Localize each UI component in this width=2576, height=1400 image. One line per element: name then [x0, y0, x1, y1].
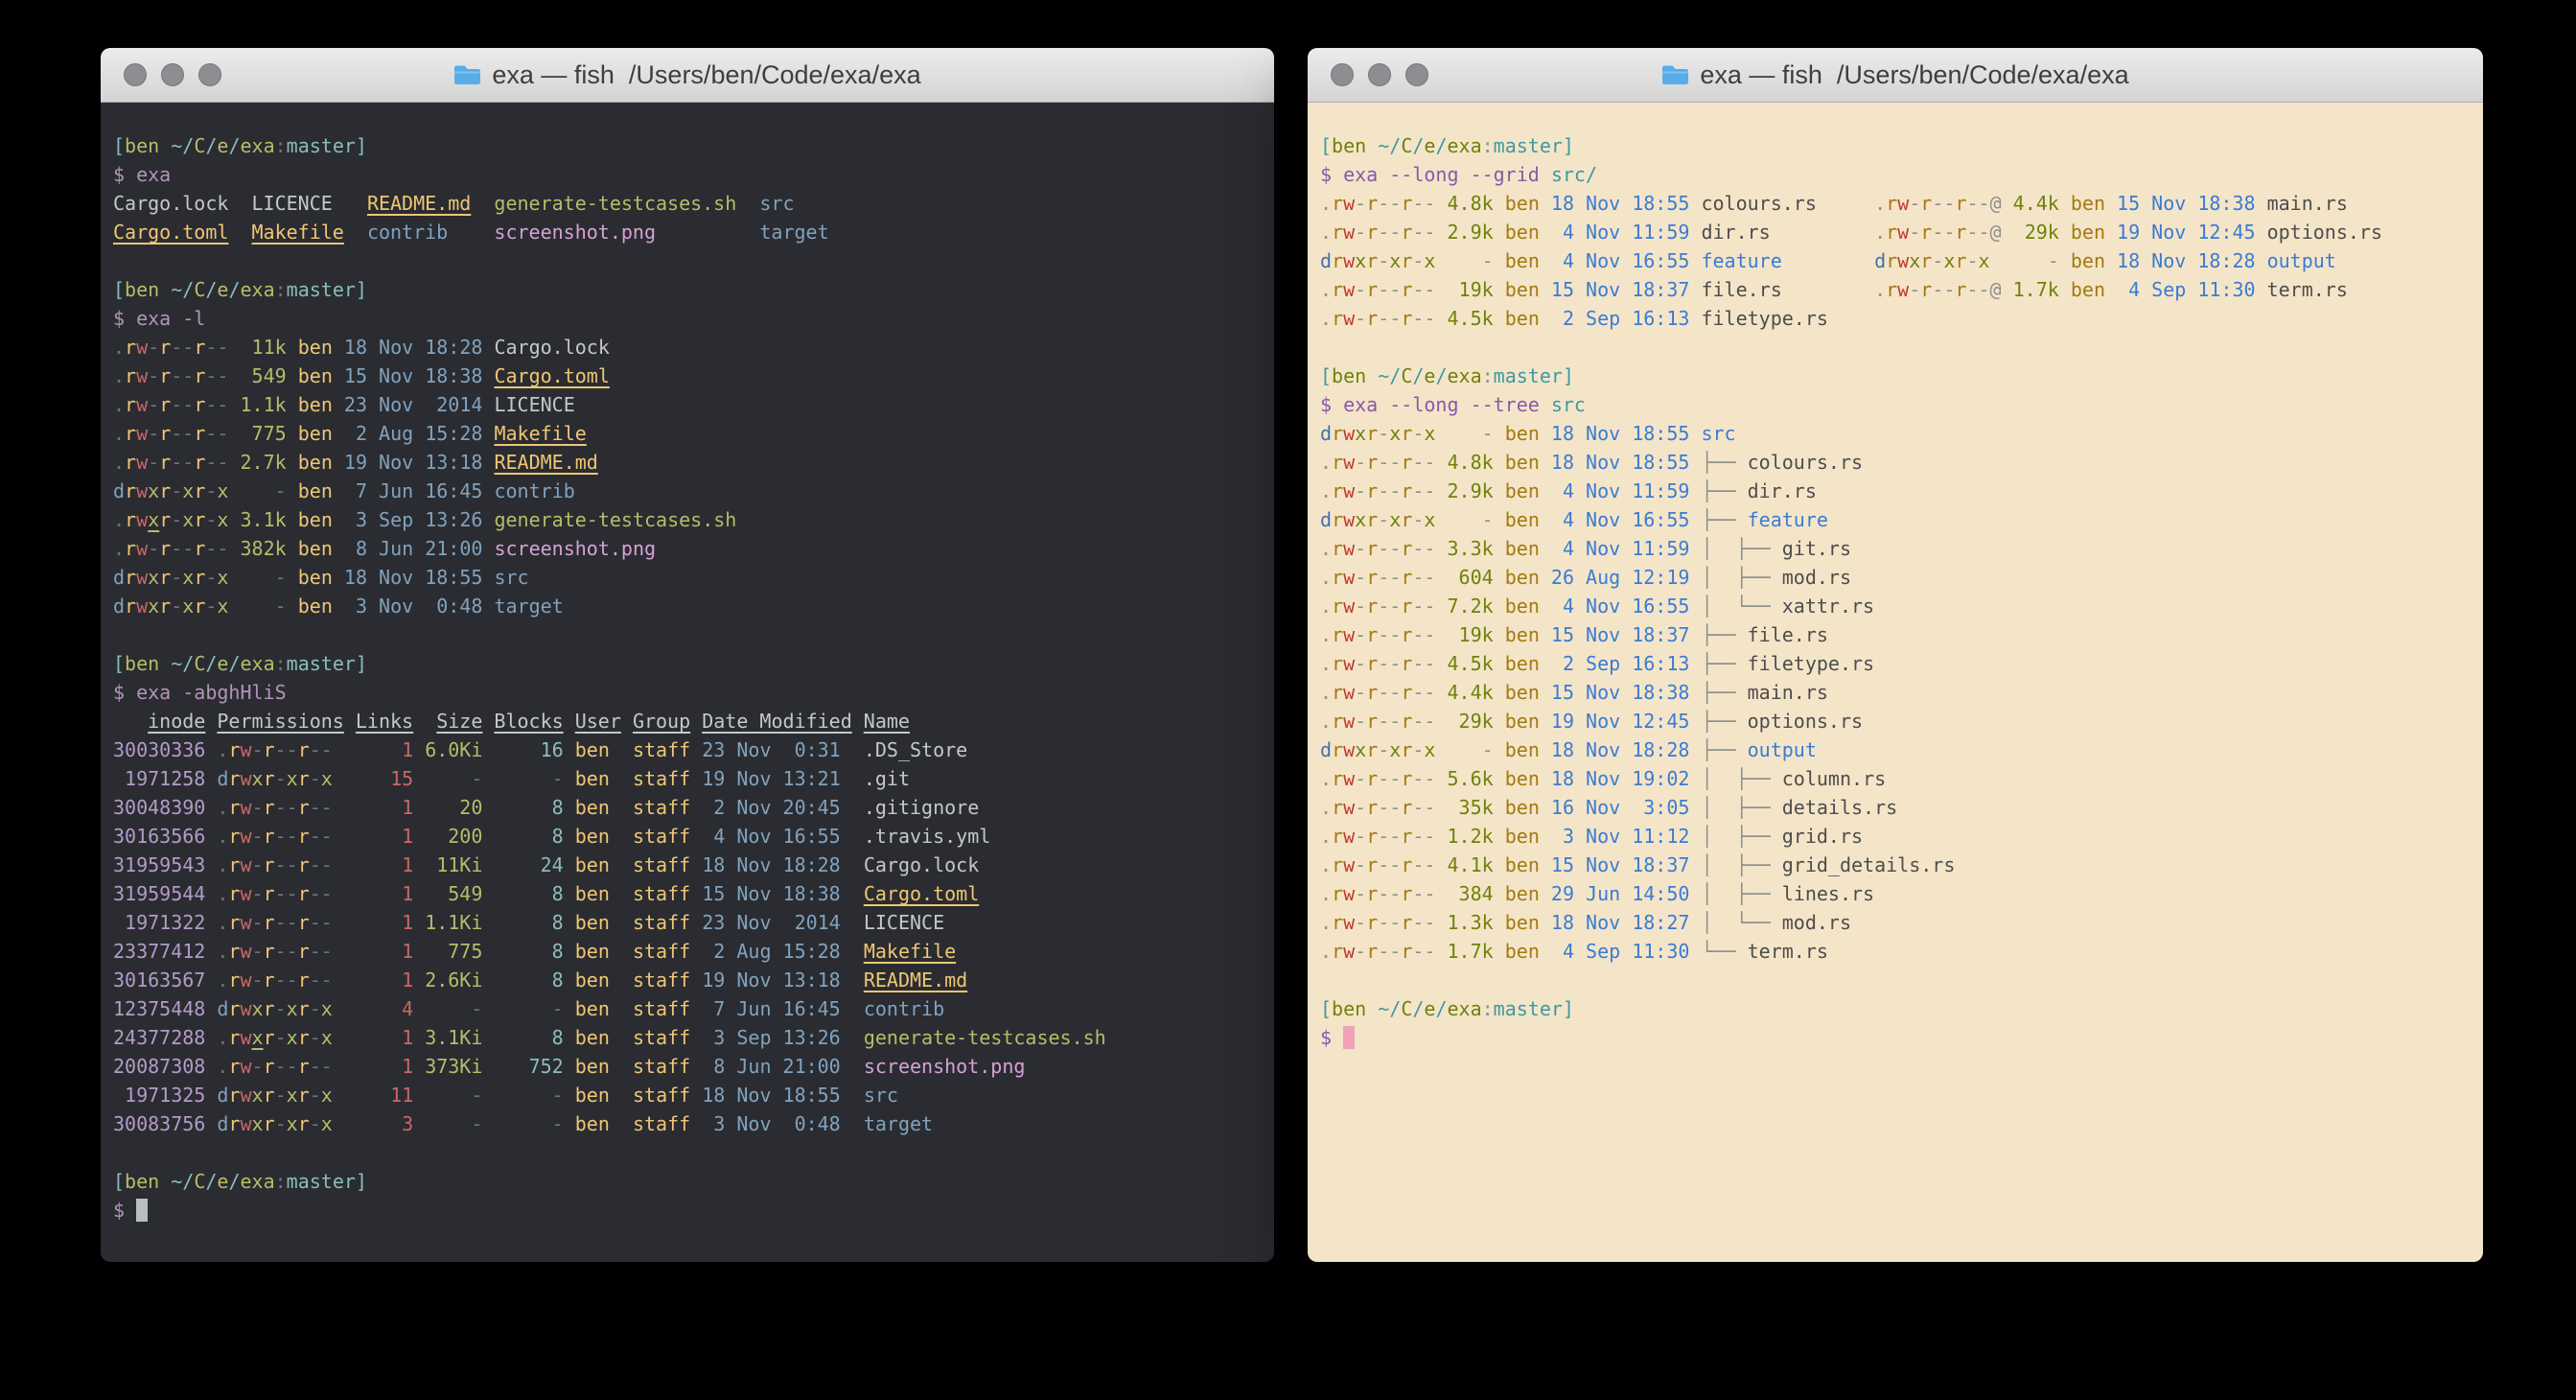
- terminal-line: [1320, 333, 2475, 362]
- terminal-output[interactable]: [ben ~/C/e/exa:master]$ exaCargo.lock LI…: [101, 103, 1274, 1262]
- terminal-line: 1971325 drwxr-xr-x 11 - - ben staff 18 N…: [113, 1081, 1266, 1109]
- desktop: { "page": { "background": "#000000" }, "…: [0, 0, 2576, 1400]
- terminal-line: .rw-r--r-- 4.1k ben 15 Nov 18:37 │ ├── g…: [1320, 851, 2475, 879]
- terminal-line: .rw-r--r-- 11k ben 18 Nov 18:28 Cargo.lo…: [113, 333, 1266, 362]
- terminal-line: .rwxr-xr-x 3.1k ben 3 Sep 13:26 generate…: [113, 505, 1266, 534]
- terminal-line: drwxr-xr-x - ben 3 Nov 0:48 target: [113, 592, 1266, 620]
- terminal-line: drwxr-xr-x - ben 4 Nov 16:55 ├── feature: [1320, 505, 2475, 534]
- close-button[interactable]: [124, 63, 147, 86]
- terminal-line: [ben ~/C/e/exa:master]: [1320, 362, 2475, 390]
- terminal-line: .rw-r--r-- 382k ben 8 Jun 21:00 screensh…: [113, 534, 1266, 563]
- terminal-line: [ben ~/C/e/exa:master]: [113, 131, 1266, 160]
- terminal-line: .rw-r--r-- 4.8k ben 18 Nov 18:55 colours…: [1320, 189, 2475, 218]
- terminal-line: $ exa: [113, 160, 1266, 189]
- terminal-line: drwxr-xr-x - ben 18 Nov 18:28 ├── output: [1320, 735, 2475, 764]
- window-title: exa — fish /Users/ben/Code/exa/exa: [1661, 60, 2128, 90]
- terminal-line: [1320, 966, 2475, 994]
- terminal-line: .rw-r--r-- 384 ben 29 Jun 14:50 │ ├── li…: [1320, 879, 2475, 908]
- terminal-line: 30083756 drwxr-xr-x 3 - - ben staff 3 No…: [113, 1109, 1266, 1138]
- terminal-line: $ exa -abghHliS: [113, 678, 1266, 707]
- terminal-line: 30163567 .rw-r--r-- 1 2.6Ki 8 ben staff …: [113, 966, 1266, 994]
- window-titlebar[interactable]: exa — fish /Users/ben/Code/exa/exa: [1308, 48, 2483, 103]
- terminal-line: .rw-r--r-- 2.9k ben 4 Nov 11:59 dir.rs .…: [1320, 218, 2475, 246]
- terminal-line: .rw-r--r-- 2.9k ben 4 Nov 11:59 ├── dir.…: [1320, 477, 2475, 505]
- terminal-line: drwxr-xr-x - ben 18 Nov 18:55 src: [113, 563, 1266, 592]
- terminal-line: 24377288 .rwxr-xr-x 1 3.1Ki 8 ben staff …: [113, 1023, 1266, 1052]
- terminal-line: $ exa -l: [113, 304, 1266, 333]
- terminal-line: $ exa --long --tree src: [1320, 390, 2475, 419]
- terminal-line: [113, 620, 1266, 649]
- terminal-line: .rw-r--r-- 775 ben 2 Aug 15:28 Makefile: [113, 419, 1266, 448]
- terminal-line: .rw-r--r-- 1.7k ben 4 Sep 11:30 └── term…: [1320, 937, 2475, 966]
- terminal-line: 31959544 .rw-r--r-- 1 549 8 ben staff 15…: [113, 879, 1266, 908]
- window-controls: [1331, 48, 1428, 102]
- window-title-text: exa — fish /Users/ben/Code/exa/exa: [1700, 60, 2128, 90]
- terminal-line: .rw-r--r-- 604 ben 26 Aug 12:19 │ ├── mo…: [1320, 563, 2475, 592]
- minimize-button[interactable]: [161, 63, 184, 86]
- terminal-line: 30030336 .rw-r--r-- 1 6.0Ki 16 ben staff…: [113, 735, 1266, 764]
- window-controls: [124, 48, 221, 102]
- terminal-line: drwxr-xr-x - ben 4 Nov 16:55 feature drw…: [1320, 246, 2475, 275]
- terminal-line: .rw-r--r-- 1.3k ben 18 Nov 18:27 │ └── m…: [1320, 908, 2475, 937]
- terminal-line: inode Permissions Links Size Blocks User…: [113, 707, 1266, 735]
- terminal-line: .rw-r--r-- 19k ben 15 Nov 18:37 file.rs …: [1320, 275, 2475, 304]
- terminal-line: .rw-r--r-- 549 ben 15 Nov 18:38 Cargo.to…: [113, 362, 1266, 390]
- terminal-line: [ben ~/C/e/exa:master]: [1320, 994, 2475, 1023]
- terminal-line: .rw-r--r-- 1.1k ben 23 Nov 2014 LICENCE: [113, 390, 1266, 419]
- terminal-line: 30163566 .rw-r--r-- 1 200 8 ben staff 4 …: [113, 822, 1266, 851]
- close-button[interactable]: [1331, 63, 1354, 86]
- terminal-line: .rw-r--r-- 4.4k ben 15 Nov 18:38 ├── mai…: [1320, 678, 2475, 707]
- folder-icon: [1661, 63, 1690, 86]
- terminal-line: [ben ~/C/e/exa:master]: [1320, 131, 2475, 160]
- terminal-line: Cargo.toml Makefile contrib screenshot.p…: [113, 218, 1266, 246]
- terminal-line: $: [113, 1196, 1266, 1225]
- terminal-line: 23377412 .rw-r--r-- 1 775 8 ben staff 2 …: [113, 937, 1266, 966]
- terminal-line: $ exa --long --grid src/: [1320, 160, 2475, 189]
- terminal-line: [ben ~/C/e/exa:master]: [113, 275, 1266, 304]
- terminal-line: .rw-r--r-- 4.5k ben 2 Sep 16:13 ├── file…: [1320, 649, 2475, 678]
- terminal-line: .rw-r--r-- 7.2k ben 4 Nov 16:55 │ └── xa…: [1320, 592, 2475, 620]
- terminal-line: .rw-r--r-- 4.5k ben 2 Sep 16:13 filetype…: [1320, 304, 2475, 333]
- minimize-button[interactable]: [1368, 63, 1391, 86]
- cursor: [1343, 1026, 1355, 1049]
- terminal-line: 1971322 .rw-r--r-- 1 1.1Ki 8 ben staff 2…: [113, 908, 1266, 937]
- folder-icon: [453, 63, 482, 86]
- terminal-line: [113, 1138, 1266, 1167]
- terminal-line: drwxr-xr-x - ben 18 Nov 18:55 src: [1320, 419, 2475, 448]
- terminal-line: 1971258 drwxr-xr-x 15 - - ben staff 19 N…: [113, 764, 1266, 793]
- terminal-line: .rw-r--r-- 4.8k ben 18 Nov 18:55 ├── col…: [1320, 448, 2475, 477]
- terminal-line: .rw-r--r-- 3.3k ben 4 Nov 11:59 │ ├── gi…: [1320, 534, 2475, 563]
- terminal-line: 12375448 drwxr-xr-x 4 - - ben staff 7 Ju…: [113, 994, 1266, 1023]
- terminal-line: .rw-r--r-- 29k ben 19 Nov 12:45 ├── opti…: [1320, 707, 2475, 735]
- terminal-line: .rw-r--r-- 5.6k ben 18 Nov 19:02 │ ├── c…: [1320, 764, 2475, 793]
- terminal-line: Cargo.lock LICENCE README.md generate-te…: [113, 189, 1266, 218]
- terminal-line: .rw-r--r-- 2.7k ben 19 Nov 13:18 README.…: [113, 448, 1266, 477]
- terminal-line: [113, 246, 1266, 275]
- cursor: [136, 1199, 148, 1222]
- window-title-text: exa — fish /Users/ben/Code/exa/exa: [492, 60, 920, 90]
- window-title: exa — fish /Users/ben/Code/exa/exa: [453, 60, 920, 90]
- terminal-line: [ben ~/C/e/exa:master]: [113, 649, 1266, 678]
- terminal-line: 20087308 .rw-r--r-- 1 373Ki 752 ben staf…: [113, 1052, 1266, 1081]
- terminal-output[interactable]: [ben ~/C/e/exa:master]$ exa --long --gri…: [1308, 103, 2483, 1262]
- terminal-line: drwxr-xr-x - ben 7 Jun 16:45 contrib: [113, 477, 1266, 505]
- terminal-line: .rw-r--r-- 1.2k ben 3 Nov 11:12 │ ├── gr…: [1320, 822, 2475, 851]
- terminal-window-light: exa — fish /Users/ben/Code/exa/exa [ben …: [1308, 48, 2483, 1262]
- terminal-line: .rw-r--r-- 35k ben 16 Nov 3:05 │ ├── det…: [1320, 793, 2475, 822]
- terminal-line: 31959543 .rw-r--r-- 1 11Ki 24 ben staff …: [113, 851, 1266, 879]
- zoom-button[interactable]: [198, 63, 221, 86]
- terminal-line: 30048390 .rw-r--r-- 1 20 8 ben staff 2 N…: [113, 793, 1266, 822]
- terminal-window-dark: exa — fish /Users/ben/Code/exa/exa [ben …: [101, 48, 1274, 1262]
- terminal-line: $: [1320, 1023, 2475, 1052]
- window-titlebar[interactable]: exa — fish /Users/ben/Code/exa/exa: [101, 48, 1274, 103]
- zoom-button[interactable]: [1405, 63, 1428, 86]
- terminal-line: [ben ~/C/e/exa:master]: [113, 1167, 1266, 1196]
- terminal-line: .rw-r--r-- 19k ben 15 Nov 18:37 ├── file…: [1320, 620, 2475, 649]
